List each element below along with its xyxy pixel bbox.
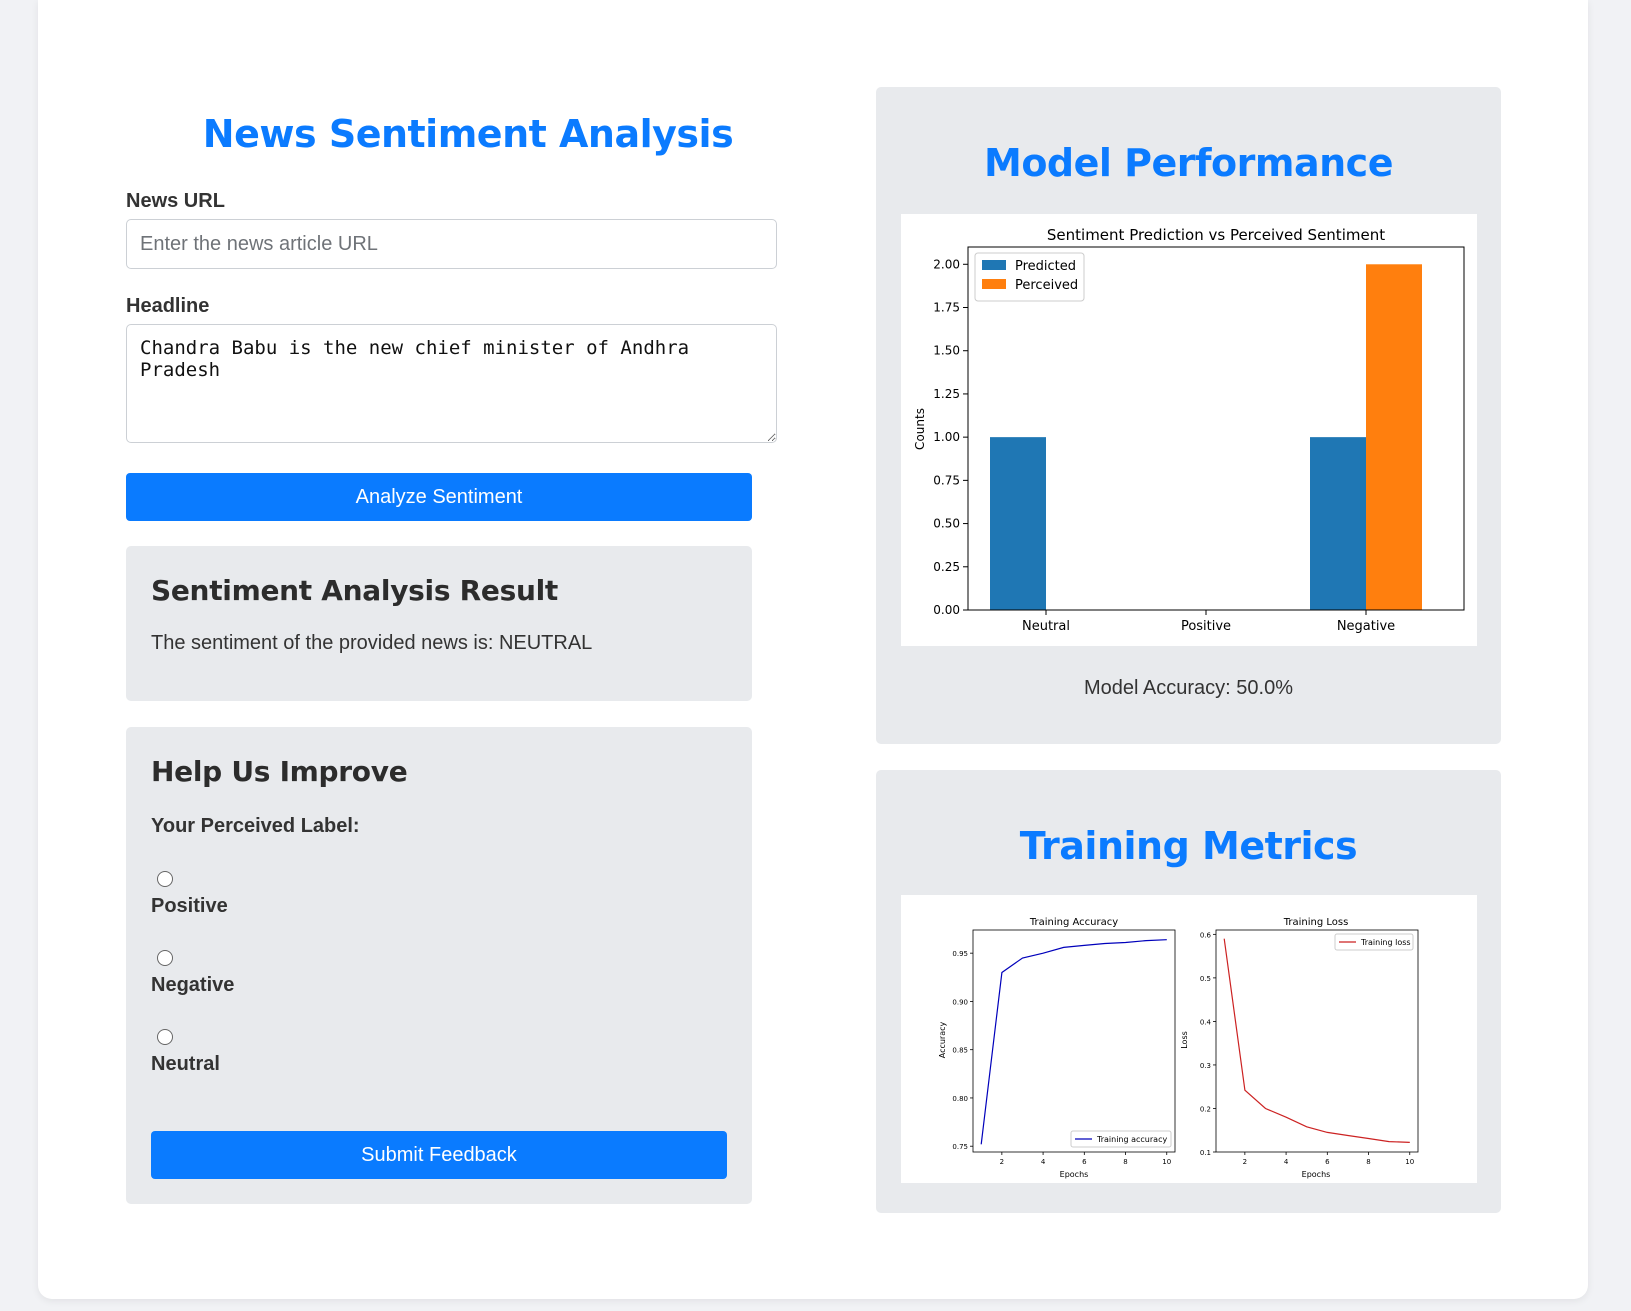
legend-predicted-label: Predicted: [1015, 259, 1076, 274]
page-title: News Sentiment Analysis: [202, 112, 734, 156]
accuracy-series-line: [980, 939, 1167, 1145]
headline-label: Headline: [126, 295, 210, 317]
legend-perceived-swatch: [982, 279, 1006, 289]
y-tick-label: 0.90: [952, 998, 968, 1006]
x-tick-label: Neutral: [1022, 619, 1070, 634]
x-tick-label: 2: [1000, 1158, 1004, 1166]
y-tick-label: 0.4: [1200, 1018, 1212, 1026]
headline-textarea[interactable]: [126, 324, 777, 443]
accuracy-chart-frame: [972, 929, 1176, 1153]
accuracy-chart-xlabel: Epochs: [1060, 1170, 1089, 1179]
loss-chart-xlabel: Epochs: [1302, 1170, 1331, 1179]
x-tick-label: 8: [1123, 1158, 1127, 1166]
analyze-sentiment-button[interactable]: Analyze Sentiment: [126, 473, 752, 521]
y-tick-label: 0.50: [933, 517, 960, 531]
training-charts: Training Accuracy Epochs Accuracy 2 4 6 8 10…: [901, 895, 1477, 1183]
y-tick-label: 0.5: [1200, 975, 1211, 983]
option-positive[interactable]: Positive: [151, 871, 228, 918]
bar-chart-svg: Sentiment Prediction vs Perceived Sentim…: [913, 226, 1465, 634]
x-tick-label: 6: [1082, 1158, 1087, 1166]
legend-perceived-label: Perceived: [1015, 278, 1078, 293]
y-tick-label: 0.2: [1200, 1105, 1211, 1113]
x-tick-label: Positive: [1181, 619, 1231, 634]
option-neutral[interactable]: Neutral: [151, 1029, 220, 1076]
radio-label-neutral[interactable]: Neutral: [151, 1053, 220, 1076]
training-charts-svg: Training Accuracy Epochs Accuracy 2 4 6 8 10…: [938, 917, 1419, 1179]
x-tick-label: 10: [1405, 1158, 1414, 1166]
y-tick-label: 0.85: [952, 1047, 968, 1055]
x-tick-label: 10: [1162, 1158, 1171, 1166]
result-heading: Sentiment Analysis Result: [151, 574, 558, 607]
feedback-panel: Help Us Improve Your Perceived Label: Po…: [126, 727, 752, 1204]
y-tick-label: 0.95: [952, 950, 968, 958]
loss-legend-label: Training loss: [1360, 938, 1411, 947]
training-metrics-panel: Training Metrics Training Accuracy Epoch…: [876, 770, 1501, 1213]
x-tick-label: 4: [1284, 1158, 1289, 1166]
bar-predicted-negative: [1310, 437, 1366, 610]
y-tick-label: 1.00: [933, 430, 960, 444]
news-url-input[interactable]: [126, 219, 777, 269]
accuracy-legend-label: Training accuracy: [1096, 1135, 1167, 1144]
perceived-label-caption: Your Perceived Label:: [151, 815, 360, 837]
x-tick-label: 6: [1325, 1158, 1330, 1166]
result-text: The sentiment of the provided news is: N…: [151, 632, 593, 654]
y-tick-label: 0.1: [1200, 1149, 1211, 1157]
loss-chart-frame: [1215, 929, 1419, 1153]
model-performance-title: Model Performance: [984, 141, 1393, 185]
loss-legend: Training loss: [1334, 933, 1414, 951]
x-tick-label: Negative: [1337, 619, 1395, 634]
x-tick-label: 8: [1366, 1158, 1370, 1166]
submit-feedback-button[interactable]: Submit Feedback: [151, 1131, 727, 1179]
radio-label-negative[interactable]: Negative: [151, 974, 234, 997]
radio-negative[interactable]: [157, 950, 173, 966]
y-tick-label: 0.6: [1200, 931, 1212, 939]
training-metrics-title: Training Metrics: [1019, 824, 1358, 868]
bar-chart-ylabel: Counts: [913, 408, 927, 450]
result-panel: Sentiment Analysis Result The sentiment …: [126, 546, 752, 701]
app-container: News Sentiment Analysis News URL Headlin…: [38, 0, 1588, 1299]
option-negative[interactable]: Negative: [151, 950, 234, 997]
y-tick-label: 0.80: [952, 1095, 968, 1103]
loss-chart-ylabel: Loss: [1180, 1031, 1189, 1049]
bar-chart-title: Sentiment Prediction vs Perceived Sentim…: [1047, 226, 1385, 244]
sentiment-bar-chart: Sentiment Prediction vs Perceived Sentim…: [901, 214, 1477, 646]
radio-label-positive[interactable]: Positive: [151, 895, 228, 918]
legend-predicted-swatch: [982, 260, 1006, 270]
y-tick-label: 1.75: [933, 301, 960, 315]
y-tick-label: 0.00: [933, 603, 960, 617]
accuracy-chart-ylabel: Accuracy: [938, 1021, 947, 1058]
loss-series-line: [1223, 938, 1410, 1143]
x-tick-label: 4: [1041, 1158, 1046, 1166]
loss-chart-title: Training Loss: [1283, 917, 1349, 928]
y-tick-label: 0.3: [1200, 1062, 1211, 1070]
news-url-label: News URL: [126, 190, 225, 212]
accuracy-legend: Training accuracy: [1070, 1130, 1172, 1148]
y-tick-label: 1.50: [933, 344, 960, 358]
feedback-heading: Help Us Improve: [151, 755, 408, 788]
y-tick-label: 0.75: [952, 1143, 968, 1151]
y-tick-label: 1.25: [933, 387, 960, 401]
bar-predicted-neutral: [990, 437, 1046, 610]
bar-perceived-negative: [1366, 264, 1422, 610]
x-tick-label: 2: [1243, 1158, 1247, 1166]
radio-positive[interactable]: [157, 871, 173, 887]
radio-neutral[interactable]: [157, 1029, 173, 1045]
y-tick-label: 0.25: [933, 560, 960, 574]
model-performance-panel: Model Performance Sentiment Prediction v…: [876, 87, 1501, 744]
accuracy-chart-title: Training Accuracy: [1029, 917, 1118, 928]
bar-chart-legend: Predicted Perceived: [974, 252, 1085, 302]
y-tick-label: 0.75: [933, 473, 960, 487]
y-tick-label: 2.00: [933, 257, 960, 271]
model-accuracy-text: Model Accuracy: 50.0%: [1084, 677, 1293, 699]
